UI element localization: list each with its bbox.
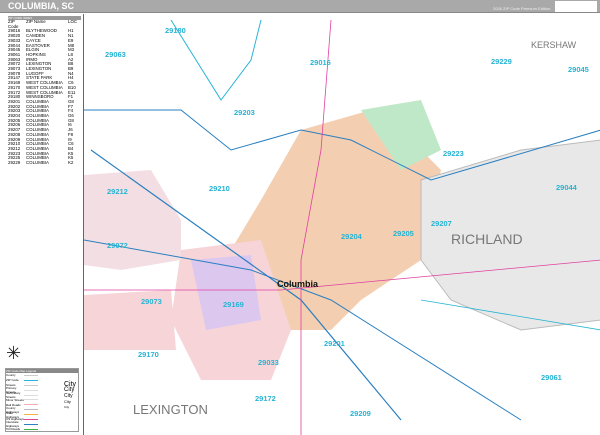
legend-swatch: [24, 379, 38, 381]
header-bar: COLUMBIA, SC 2026 ZIP Code Premium Editi…: [0, 0, 600, 13]
zip-label: 29223: [443, 149, 464, 158]
edition-label: 2026 ZIP Code Premium Edition: [493, 6, 551, 11]
zip-label: 29061: [541, 373, 562, 382]
legend-swatch: [24, 404, 38, 406]
table-cell: K2: [68, 160, 74, 166]
legend-swatch: [24, 423, 38, 425]
legend-item-label: Minor Streets: [6, 397, 24, 402]
zip-label: 29204: [341, 232, 363, 241]
zip-label: 29209: [350, 409, 371, 418]
zip-label: 29016: [310, 58, 331, 67]
legend-swatch: [24, 384, 38, 386]
legend-item: Toll Roads: [6, 427, 78, 432]
zip-label: 29203: [234, 108, 255, 117]
map-legend: ZIP Code Map Legend County ZIP Code Street…: [5, 368, 79, 432]
legend-city-sample: City: [64, 405, 70, 409]
table-cell: COLUMBIA: [26, 160, 49, 166]
legend-swatch: [24, 418, 38, 420]
county-label-lexington: LEXINGTON: [133, 402, 208, 417]
zip-label: 29045: [568, 65, 589, 74]
legend-swatch: [24, 394, 38, 396]
zip-label: 29172: [255, 394, 276, 403]
publisher-logo: [555, 1, 597, 12]
legend-item-label: Toll Roads: [6, 427, 21, 432]
legend-swatch: [24, 409, 38, 411]
zip-label: 29201: [324, 339, 345, 348]
compass-icon: ✳: [6, 343, 22, 363]
zip-label: 29210: [209, 184, 230, 193]
zip-label: 29033: [258, 358, 279, 367]
legend-swatch: [24, 414, 38, 416]
zip-label: 29063: [105, 50, 126, 59]
legend-swatch: [24, 399, 38, 401]
city-label: Columbia: [277, 279, 319, 289]
zip-label: 29207: [431, 219, 452, 228]
zip-label: 29169: [223, 300, 244, 309]
zip-label: 29073: [141, 297, 162, 306]
table-row: 29229 COLUMBIA K2: [8, 160, 81, 166]
zip-label: 29072: [107, 241, 128, 250]
legend-item-label: County: [6, 373, 16, 378]
zip-label: 29180: [165, 26, 186, 35]
map-title: COLUMBIA, SC: [8, 1, 74, 11]
map-canvas[interactable]: 29180 29016 29063 29203 29229 29045 29223 29212…: [83, 14, 600, 435]
legend-swatch: [24, 389, 38, 391]
legend-item-label: ZIP Code: [6, 378, 19, 383]
zip-label: 29044: [556, 183, 578, 192]
legend-swatch: [24, 374, 38, 376]
legend-city-sample: City: [64, 399, 71, 404]
zip-label: 29229: [491, 57, 512, 66]
table-cell: 29229: [8, 160, 21, 166]
zip-label: 29212: [107, 187, 128, 196]
county-label-kershaw: KERSHAW: [531, 40, 577, 50]
legend-swatch: [24, 428, 38, 430]
zip-label: 29170: [138, 350, 159, 359]
zip-index-table: ZIP Code ZIP Name LOC 29016 BLYTHEWOOD H1 2902…: [8, 19, 81, 166]
county-label-richland: RICHLAND: [451, 231, 523, 247]
zip-label: 29205: [393, 229, 414, 238]
